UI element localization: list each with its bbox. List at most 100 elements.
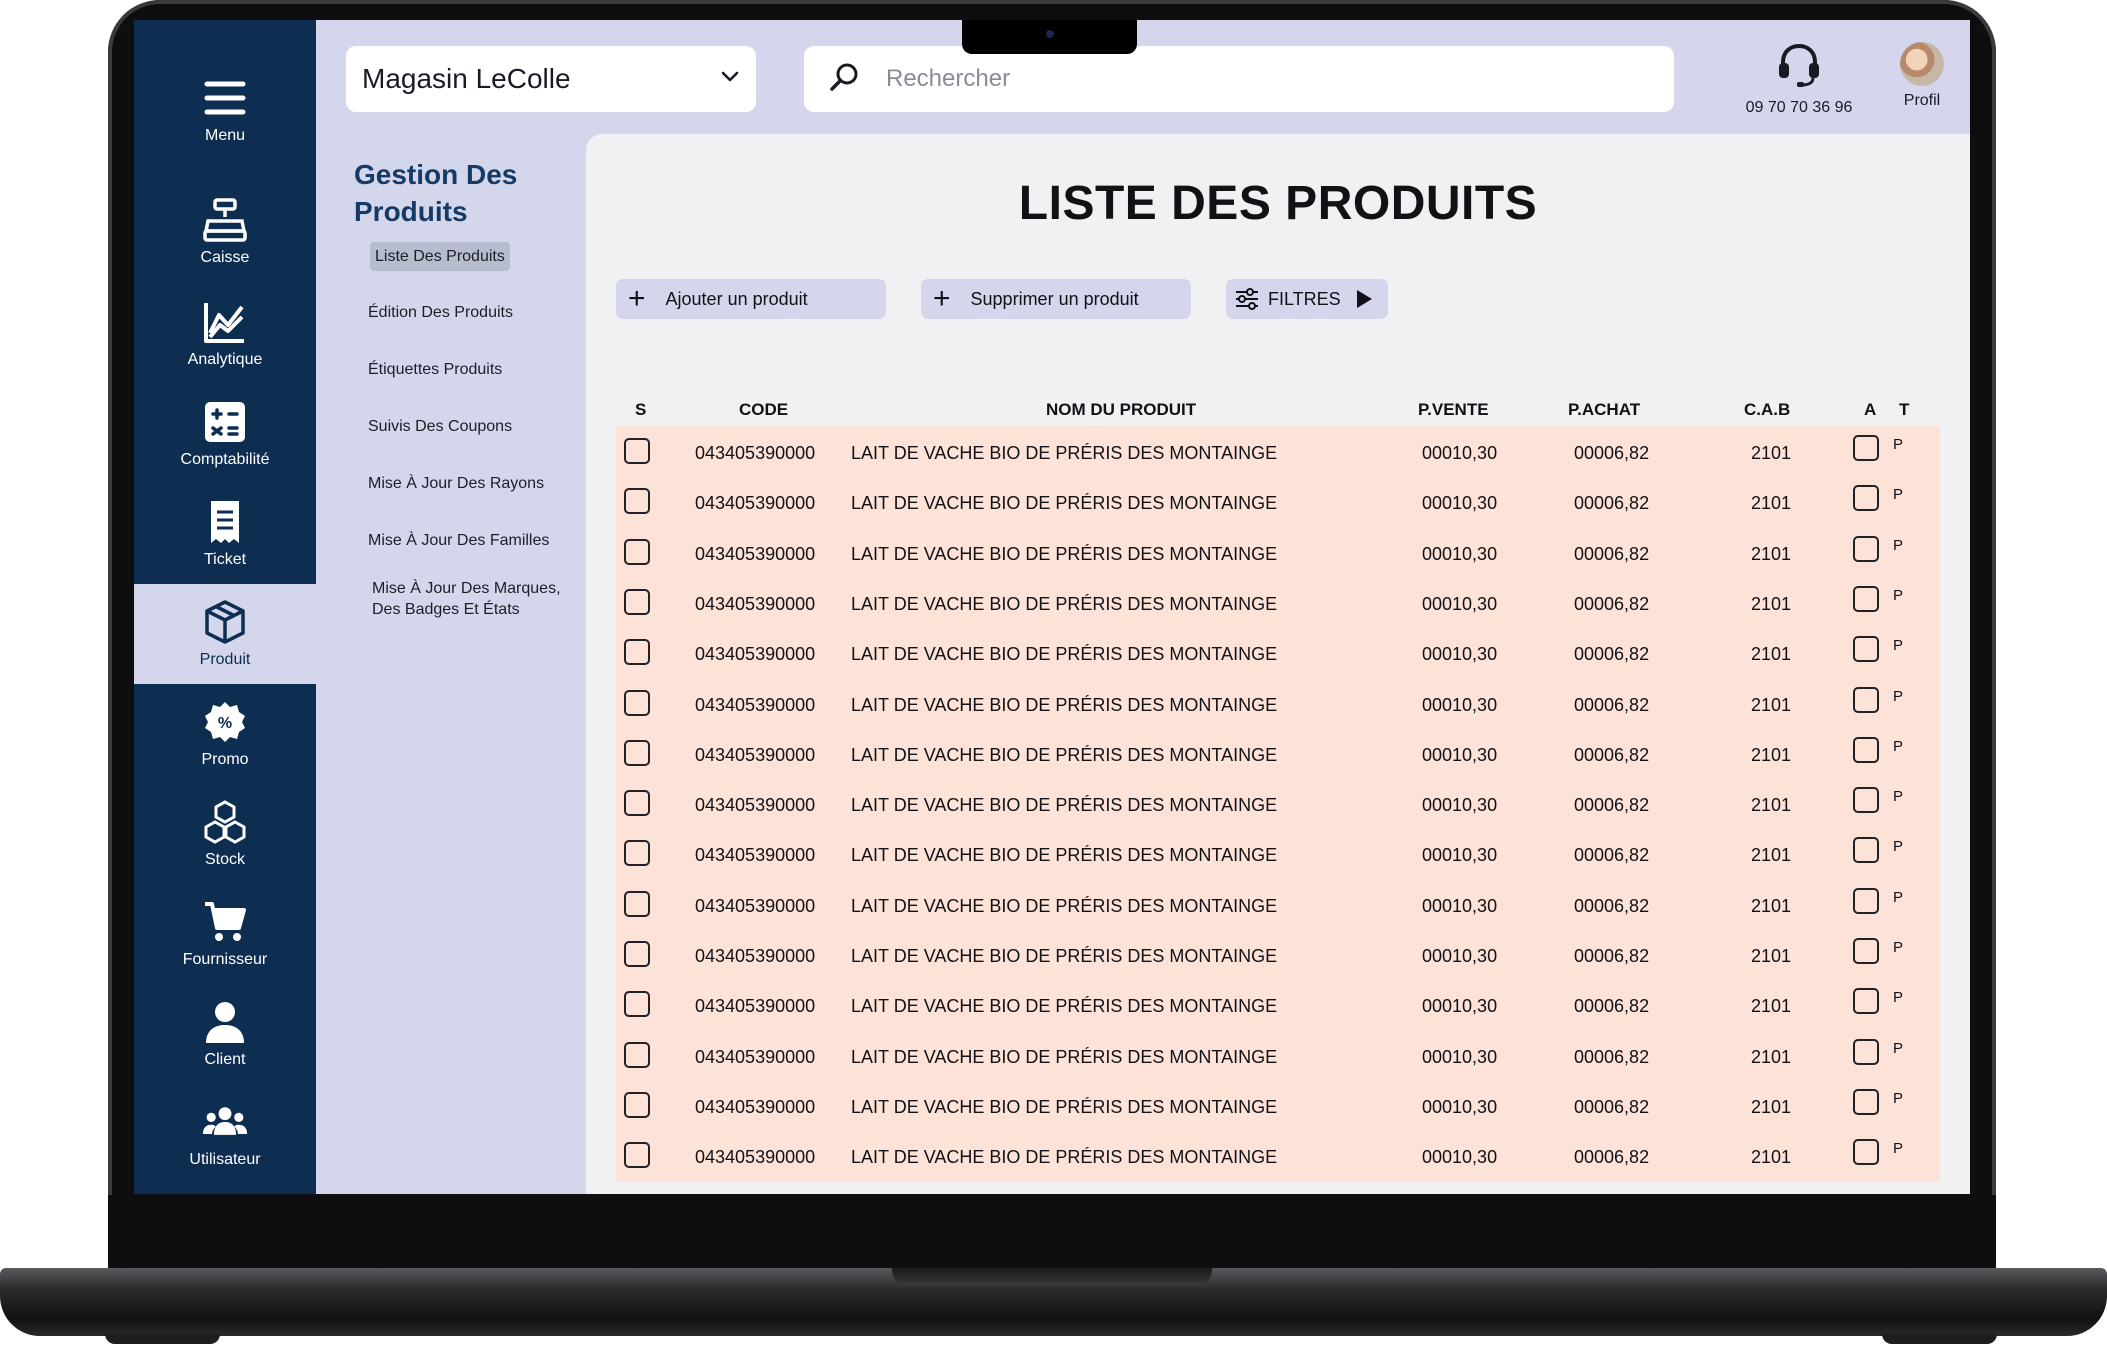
table-row[interactable]: 043405390000 LAIT DE VACHE BIO DE PRÉRIS … [616, 1080, 1940, 1130]
table-row[interactable]: 043405390000 LAIT DE VACHE BIO DE PRÉRIS … [616, 828, 1940, 878]
submenu-item-suivis-coupons[interactable]: Suivis Des Coupons [368, 416, 512, 437]
a-checkbox[interactable] [1853, 988, 1879, 1015]
cell-pachat: 00006,82 [1574, 543, 1650, 564]
select-checkbox[interactable] [624, 538, 650, 565]
submenu-item-rayons[interactable]: Mise À Jour Des Rayons [368, 473, 544, 494]
nav-analytique[interactable]: Analytique [134, 284, 316, 384]
select-checkbox[interactable] [624, 438, 650, 464]
select-checkbox[interactable] [624, 1091, 650, 1118]
cell-pachat: 00006,82 [1574, 895, 1650, 916]
support-contact[interactable]: 09 70 70 36 96 [1724, 42, 1874, 117]
select-checkbox[interactable] [624, 840, 650, 867]
cell-cab: 2101 [1751, 543, 1792, 564]
nav-caisse[interactable]: Caisse [134, 182, 316, 282]
cell-pachat: 00006,82 [1574, 644, 1650, 665]
table-row[interactable]: 043405390000 LAIT DE VACHE BIO DE PRÉRIS … [616, 678, 1940, 728]
a-checkbox[interactable] [1853, 535, 1879, 562]
cell-pvente: 00010,30 [1422, 543, 1498, 564]
nav-client[interactable]: Client [134, 984, 316, 1084]
cell-t: P [1893, 989, 1904, 1007]
table-row[interactable]: 043405390000 LAIT DE VACHE BIO DE PRÉRIS … [616, 728, 1940, 778]
a-checkbox[interactable] [1853, 585, 1879, 612]
a-checkbox[interactable] [1853, 1038, 1879, 1065]
col-header-a: A [1864, 400, 1877, 419]
table-row[interactable]: 043405390000 LAIT DE VACHE BIO DE PRÉRIS … [616, 929, 1940, 979]
add-product-button[interactable]: + Ajouter un produit [616, 279, 886, 319]
a-checkbox[interactable] [1853, 435, 1879, 461]
cell-product-name: LAIT DE VACHE BIO DE PRÉRIS DES MONTAING… [851, 1147, 1278, 1168]
nav-produit[interactable]: Produit [134, 584, 316, 684]
profile-menu[interactable]: Profil [1882, 42, 1962, 110]
select-checkbox[interactable] [624, 639, 650, 666]
submenu-title: Gestion Des Produits [354, 159, 518, 227]
table-row[interactable]: 043405390000 LAIT DE VACHE BIO DE PRÉRIS … [616, 979, 1940, 1029]
select-checkbox[interactable] [624, 488, 650, 515]
nav-menu[interactable]: Menu [134, 60, 316, 160]
nav-comptabilite[interactable]: Comptabilité [134, 384, 316, 484]
laptop-opening-notch [892, 1268, 1212, 1286]
cell-product-name: LAIT DE VACHE BIO DE PRÉRIS DES MONTAING… [851, 996, 1278, 1017]
cell-code: 043405390000 [695, 1147, 816, 1168]
select-checkbox[interactable] [624, 588, 650, 615]
nav-utilisateur[interactable]: Utilisateur [134, 1084, 316, 1184]
a-checkbox[interactable] [1853, 736, 1879, 763]
submenu-item-edition-produits[interactable]: Édition Des Produits [368, 302, 513, 323]
submenu-item-etiquettes-produits[interactable]: Étiquettes Produits [368, 359, 502, 380]
nav-fournisseur[interactable]: Fournisseur [134, 884, 316, 984]
select-checkbox[interactable] [624, 890, 650, 917]
nav-analytique-label: Analytique [187, 351, 263, 368]
table-row[interactable]: 043405390000 LAIT DE VACHE BIO DE PRÉRIS … [616, 1130, 1940, 1180]
nav-promo[interactable]: % Promo [134, 684, 316, 784]
cell-t: P [1893, 1039, 1904, 1057]
a-checkbox[interactable] [1853, 938, 1879, 964]
select-checkbox[interactable] [624, 790, 650, 817]
table-row[interactable]: 043405390000 LAIT DE VACHE BIO DE PRÉRIS … [616, 627, 1940, 677]
col-header-code: CODE [739, 400, 789, 419]
submenu-item-familles[interactable]: Mise À Jour Des Familles [368, 530, 549, 551]
a-checkbox[interactable] [1853, 1088, 1879, 1115]
cell-product-name: LAIT DE VACHE BIO DE PRÉRIS DES MONTAING… [851, 795, 1278, 816]
select-checkbox[interactable] [624, 1041, 650, 1068]
table-row[interactable]: 043405390000 LAIT DE VACHE BIO DE PRÉRIS … [616, 879, 1940, 929]
nav-stock[interactable]: Stock [134, 784, 316, 884]
a-checkbox[interactable] [1853, 636, 1879, 663]
nav-menu-label: Menu [204, 127, 246, 144]
cell-code: 043405390000 [695, 744, 816, 765]
filters-button[interactable]: FILTRES [1226, 279, 1388, 319]
select-checkbox[interactable] [624, 1142, 650, 1169]
search-bar[interactable] [804, 46, 1674, 112]
submenu-item-liste-produits[interactable]: Liste Des Produits [370, 242, 510, 271]
search-input[interactable] [886, 65, 1650, 93]
table-row[interactable]: 043405390000 LAIT DE VACHE BIO DE PRÉRIS … [616, 527, 1940, 577]
avatar [1900, 42, 1944, 86]
table-row[interactable]: 043405390000 LAIT DE VACHE BIO DE PRÉRIS … [616, 778, 1940, 828]
a-checkbox[interactable] [1853, 1139, 1879, 1166]
select-checkbox[interactable] [624, 941, 650, 967]
cell-product-name: LAIT DE VACHE BIO DE PRÉRIS DES MONTAING… [851, 1046, 1278, 1067]
a-checkbox[interactable] [1853, 787, 1879, 814]
app-screen: Menu Caisse Analytique Comptabilité Tick [134, 20, 1970, 1194]
cell-code: 043405390000 [695, 895, 816, 916]
a-checkbox[interactable] [1853, 485, 1879, 512]
cell-cab: 2101 [1751, 1147, 1792, 1168]
cell-pachat: 00006,82 [1574, 744, 1650, 765]
store-select[interactable]: Magasin LeColle [346, 46, 756, 112]
cell-t: P [1893, 838, 1904, 856]
select-checkbox[interactable] [624, 739, 650, 766]
delete-product-button[interactable]: + Supprimer un produit [921, 279, 1191, 319]
a-checkbox[interactable] [1853, 887, 1879, 914]
table-row[interactable]: 043405390000 LAIT DE VACHE BIO DE PRÉRIS … [616, 577, 1940, 627]
table-row[interactable]: 043405390000 LAIT DE VACHE BIO DE PRÉRIS … [616, 426, 1940, 476]
submenu-item-marques-badges-etats[interactable]: Mise À Jour Des Marques, Des Badges Et É… [372, 578, 572, 620]
add-product-label: Ajouter un produit [665, 288, 808, 309]
nav-ticket[interactable]: Ticket [134, 484, 316, 584]
a-checkbox[interactable] [1853, 837, 1879, 864]
cell-pachat: 00006,82 [1574, 1147, 1650, 1168]
a-checkbox[interactable] [1853, 686, 1879, 713]
cell-product-name: LAIT DE VACHE BIO DE PRÉRIS DES MONTAING… [851, 1096, 1278, 1117]
table-row[interactable]: 043405390000 LAIT DE VACHE BIO DE PRÉRIS … [616, 1030, 1940, 1080]
select-checkbox[interactable] [624, 689, 650, 716]
select-checkbox[interactable] [624, 991, 650, 1018]
table-row[interactable]: 043405390000 LAIT DE VACHE BIO DE PRÉRIS … [616, 476, 1940, 526]
cell-pvente: 00010,30 [1422, 593, 1498, 614]
